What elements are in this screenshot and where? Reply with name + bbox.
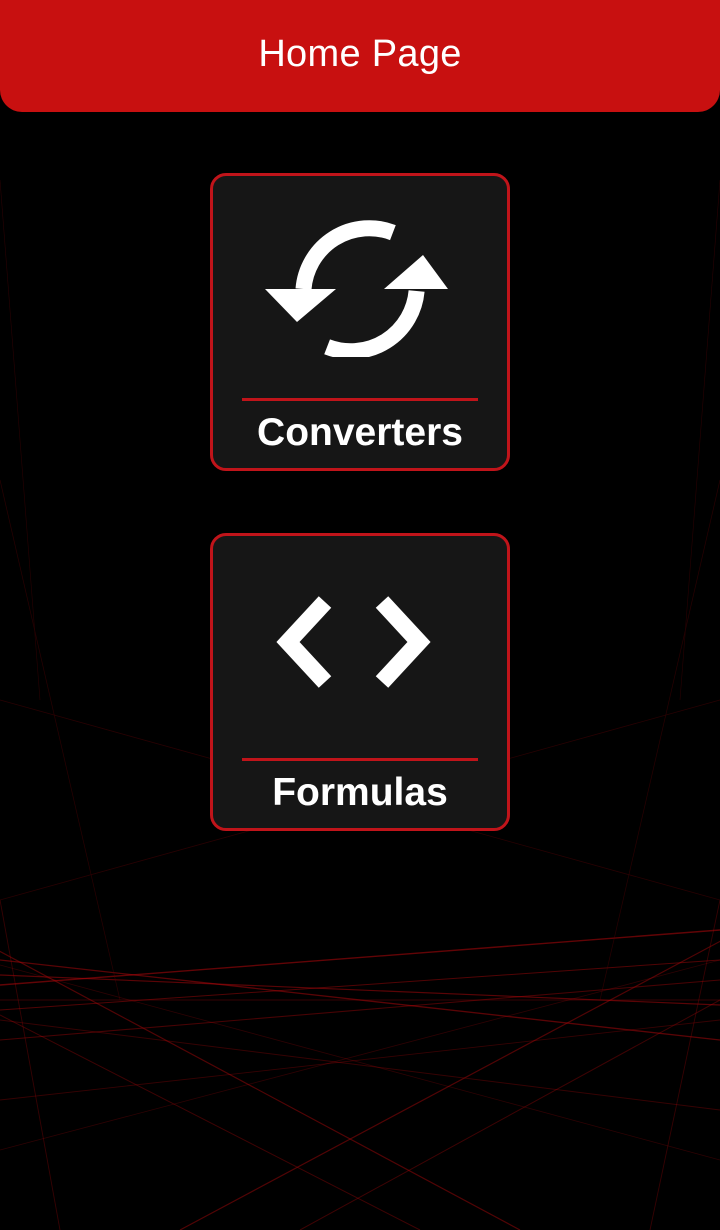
card-divider (242, 758, 478, 761)
formulas-card[interactable]: Formulas (210, 533, 510, 831)
sync-icon (213, 176, 507, 398)
converters-label: Converters (257, 411, 463, 454)
home-screen: Home Page Converters Formulas (0, 0, 720, 1230)
formulas-label: Formulas (272, 771, 448, 814)
code-brackets-icon (213, 536, 507, 758)
card-divider (242, 398, 478, 401)
converters-card[interactable]: Converters (210, 173, 510, 471)
app-header: Home Page (0, 0, 720, 112)
page-title: Home Page (258, 32, 462, 75)
